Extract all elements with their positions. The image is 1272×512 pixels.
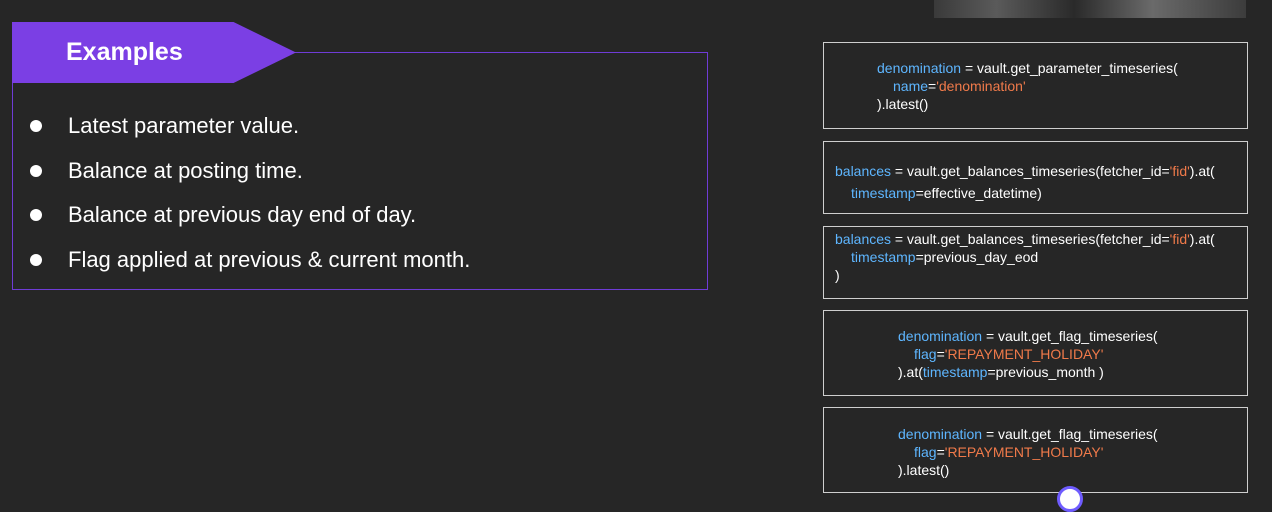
code-text: = vault.get_flag_timeseries( bbox=[982, 426, 1158, 442]
list-item: Balance at previous day end of day. bbox=[28, 193, 470, 238]
code-variable: balances bbox=[835, 231, 892, 247]
examples-title: Examples bbox=[66, 38, 183, 66]
code-text: = bbox=[928, 78, 937, 94]
bullet-text: Latest parameter value. bbox=[68, 113, 300, 139]
code-string: 'denomination' bbox=[936, 78, 1026, 94]
code-block-balances-eod: balances = vault.get_balances_timeseries… bbox=[823, 226, 1248, 299]
bullet-text: Balance at posting time. bbox=[68, 157, 303, 183]
bullet-icon bbox=[30, 164, 42, 177]
code-line: balances = vault.get_balances_timeseries… bbox=[835, 230, 1247, 248]
code-keyword: flag bbox=[914, 346, 937, 362]
bullet-icon bbox=[30, 120, 42, 133]
code-text: ).at( bbox=[1189, 231, 1215, 247]
bullet-text: Balance at previous day end of day. bbox=[68, 202, 417, 228]
code-text: ).at( bbox=[1189, 163, 1215, 179]
code-text: =previous_day_eod bbox=[915, 249, 1039, 265]
pointer-indicator-icon bbox=[1057, 486, 1083, 512]
code-keyword: timestamp bbox=[851, 249, 916, 265]
list-item: Latest parameter value. bbox=[28, 104, 470, 149]
code-line: balances = vault.get_balances_timeseries… bbox=[835, 162, 1247, 180]
code-variable: denomination bbox=[877, 60, 962, 76]
code-string: 'fid' bbox=[1169, 231, 1190, 247]
code-line: ).at(timestamp=previous_month ) bbox=[898, 363, 1247, 381]
code-keyword: name bbox=[893, 78, 929, 94]
code-string: 'fid' bbox=[1169, 163, 1190, 179]
code-string: 'REPAYMENT_HOLIDAY' bbox=[944, 346, 1104, 362]
code-block-flag-previous-month: denomination = vault.get_flag_timeseries… bbox=[823, 310, 1248, 396]
bullet-icon bbox=[30, 209, 42, 222]
list-item: Flag applied at previous & current month… bbox=[28, 238, 470, 283]
examples-list: Latest parameter value. Balance at posti… bbox=[28, 104, 470, 282]
bullet-text: Flag applied at previous & current month… bbox=[68, 246, 471, 272]
code-variable: denomination bbox=[898, 328, 983, 344]
code-line: flag='REPAYMENT_HOLIDAY' bbox=[898, 443, 1247, 461]
code-variable: balances bbox=[835, 163, 892, 179]
code-text: = vault.get_balances_timeseries(fetcher_… bbox=[891, 231, 1170, 247]
code-line: denomination = vault.get_flag_timeseries… bbox=[898, 425, 1247, 443]
code-string: 'REPAYMENT_HOLIDAY' bbox=[944, 444, 1104, 460]
code-text: ).latest() bbox=[877, 96, 929, 112]
code-text: ).latest() bbox=[898, 462, 950, 478]
code-block-balances-effective: balances = vault.get_balances_timeseries… bbox=[823, 141, 1248, 214]
code-variable: denomination bbox=[898, 426, 983, 442]
code-text: = bbox=[936, 346, 945, 362]
code-text: =previous_month ) bbox=[987, 364, 1104, 380]
code-text: ).at( bbox=[898, 364, 923, 380]
code-line: ) bbox=[835, 266, 1247, 284]
code-line: flag='REPAYMENT_HOLIDAY' bbox=[898, 345, 1247, 363]
code-keyword: timestamp bbox=[851, 185, 916, 201]
code-line: denomination = vault.get_flag_timeseries… bbox=[898, 327, 1247, 345]
code-line: ).latest() bbox=[877, 95, 1247, 113]
presenter-video-thumbnail bbox=[934, 0, 1246, 18]
code-block-flag-latest: denomination = vault.get_flag_timeseries… bbox=[823, 407, 1248, 493]
code-block-parameter: denomination = vault.get_parameter_times… bbox=[823, 42, 1248, 129]
code-text: =effective_datetime) bbox=[915, 185, 1042, 201]
bullet-icon bbox=[30, 253, 42, 266]
code-keyword: timestamp bbox=[922, 364, 988, 380]
code-text: = vault.get_flag_timeseries( bbox=[982, 328, 1158, 344]
code-text: = vault.get_parameter_timeseries( bbox=[961, 60, 1178, 76]
code-line: ).latest() bbox=[898, 461, 1247, 479]
code-line: name='denomination' bbox=[877, 77, 1247, 95]
code-line: timestamp=effective_datetime) bbox=[835, 184, 1247, 202]
code-text: = vault.get_balances_timeseries(fetcher_… bbox=[891, 163, 1170, 179]
code-text: = bbox=[936, 444, 945, 460]
code-line: denomination = vault.get_parameter_times… bbox=[877, 59, 1247, 77]
code-keyword: flag bbox=[914, 444, 937, 460]
list-item: Balance at posting time. bbox=[28, 149, 470, 194]
code-text: ) bbox=[835, 267, 840, 283]
code-line: timestamp=previous_day_eod bbox=[835, 248, 1247, 266]
